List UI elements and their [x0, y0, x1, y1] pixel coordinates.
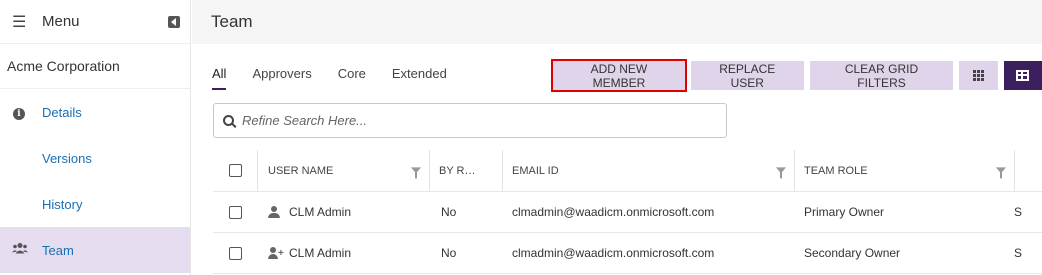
- by-r-cell: No: [429, 192, 502, 232]
- tab-bar: All Approvers Core Extended: [212, 64, 473, 90]
- page-header: Team: [192, 0, 1042, 44]
- column-header-label: BY R…: [439, 164, 476, 177]
- sidebar-item-details[interactable]: i Details: [0, 89, 190, 135]
- by-r-value: No: [441, 205, 457, 219]
- user-name: CLM Admin: [289, 246, 352, 260]
- sidebar: ☰ Menu Acme Corporation i Details Versio…: [0, 0, 191, 275]
- email-value: clmadmin@waadicm.onmicrosoft.com: [512, 205, 715, 219]
- toolbar: ADD NEW MEMBER REPLACE USER CLEAR GRID F…: [551, 59, 1042, 92]
- table-row[interactable]: CLM Admin No clmadmin@waadicm.onmicrosof…: [213, 192, 1042, 233]
- search-icon: [223, 115, 234, 126]
- tab-approvers[interactable]: Approvers: [252, 64, 311, 90]
- sidebar-item-label: Versions: [42, 150, 92, 166]
- column-header-user-name[interactable]: USER NAME: [257, 150, 429, 191]
- search-input[interactable]: [242, 113, 702, 128]
- hamburger-icon[interactable]: ☰: [12, 12, 32, 32]
- grid-header-row: USER NAME BY R… EMAIL ID TEAM ROLE: [213, 150, 1042, 192]
- team-grid: USER NAME BY R… EMAIL ID TEAM ROLE CLM A…: [213, 150, 1042, 274]
- row-checkbox[interactable]: [228, 246, 242, 260]
- filter-icon[interactable]: [776, 166, 786, 178]
- overflow-value: S: [1014, 205, 1023, 219]
- team-role-cell: Primary Owner: [794, 192, 1014, 232]
- column-header-label: USER NAME: [268, 164, 334, 177]
- row-checkbox-cell: [213, 233, 257, 273]
- row-checkbox[interactable]: [228, 205, 242, 219]
- by-r-cell: No: [429, 233, 502, 273]
- filter-icon[interactable]: [996, 166, 1006, 178]
- tab-core[interactable]: Core: [338, 64, 366, 90]
- team-role-value: Primary Owner: [804, 205, 885, 219]
- team-role-value: Secondary Owner: [804, 246, 901, 260]
- overflow-cell: S: [1014, 192, 1042, 232]
- sidebar-item-history[interactable]: History: [0, 181, 190, 227]
- header-checkbox-cell: [213, 150, 257, 191]
- user-name-cell: + CLM Admin: [257, 233, 429, 273]
- email-cell: clmadmin@waadicm.onmicrosoft.com: [502, 233, 794, 273]
- sidebar-item-team[interactable]: Team: [0, 227, 190, 273]
- by-r-value: No: [441, 246, 457, 260]
- table-view-button[interactable]: [1003, 61, 1042, 90]
- tab-extended[interactable]: Extended: [392, 64, 447, 90]
- tab-all[interactable]: All: [212, 64, 227, 90]
- email-cell: clmadmin@waadicm.onmicrosoft.com: [502, 192, 794, 232]
- column-header-label: TEAM ROLE: [804, 164, 868, 177]
- team-role-cell: Secondary Owner: [794, 233, 1014, 273]
- user-name: CLM Admin: [289, 205, 352, 219]
- table-view-icon: [1016, 70, 1030, 81]
- select-all-checkbox[interactable]: [228, 164, 242, 177]
- column-header-label: EMAIL ID: [512, 164, 559, 177]
- add-new-member-button[interactable]: ADD NEW MEMBER: [551, 59, 687, 92]
- info-icon: i: [12, 104, 26, 120]
- column-header-email-id[interactable]: EMAIL ID: [502, 150, 794, 191]
- menu-label: Menu: [42, 13, 80, 30]
- column-header-team-role[interactable]: TEAM ROLE: [794, 150, 1014, 191]
- replace-user-button[interactable]: REPLACE USER: [690, 61, 804, 90]
- table-row[interactable]: + CLM Admin No clmadmin@waadicm.onmicros…: [213, 233, 1042, 274]
- collapse-sidebar-icon[interactable]: [168, 15, 180, 28]
- column-header-by-r[interactable]: BY R…: [429, 150, 502, 191]
- row-checkbox-cell: [213, 192, 257, 232]
- menu-bar: ☰ Menu: [0, 0, 190, 44]
- email-value: clmadmin@waadicm.onmicrosoft.com: [512, 246, 715, 260]
- sidebar-item-label: Team: [42, 242, 74, 258]
- users-icon: [12, 243, 28, 258]
- grid-view-icon: [973, 70, 985, 81]
- page-title: Team: [211, 12, 253, 31]
- user-icon: [268, 206, 282, 218]
- overflow-cell: S: [1014, 233, 1042, 273]
- grid-view-button[interactable]: [959, 61, 998, 90]
- filter-icon[interactable]: [411, 166, 421, 178]
- column-header-overflow: [1014, 150, 1042, 191]
- main-content: Team All Approvers Core Extended ADD NEW…: [192, 0, 1042, 275]
- sidebar-item-label: History: [42, 196, 83, 212]
- sidebar-item-label: Details: [42, 104, 82, 120]
- user-plus-icon: +: [268, 247, 285, 259]
- overflow-value: S: [1014, 246, 1023, 260]
- org-name: Acme Corporation: [0, 44, 190, 89]
- clear-grid-filters-button[interactable]: CLEAR GRID FILTERS: [809, 61, 954, 90]
- search-box: [213, 103, 727, 138]
- sidebar-item-versions[interactable]: Versions: [0, 135, 190, 181]
- user-name-cell: CLM Admin: [257, 192, 429, 232]
